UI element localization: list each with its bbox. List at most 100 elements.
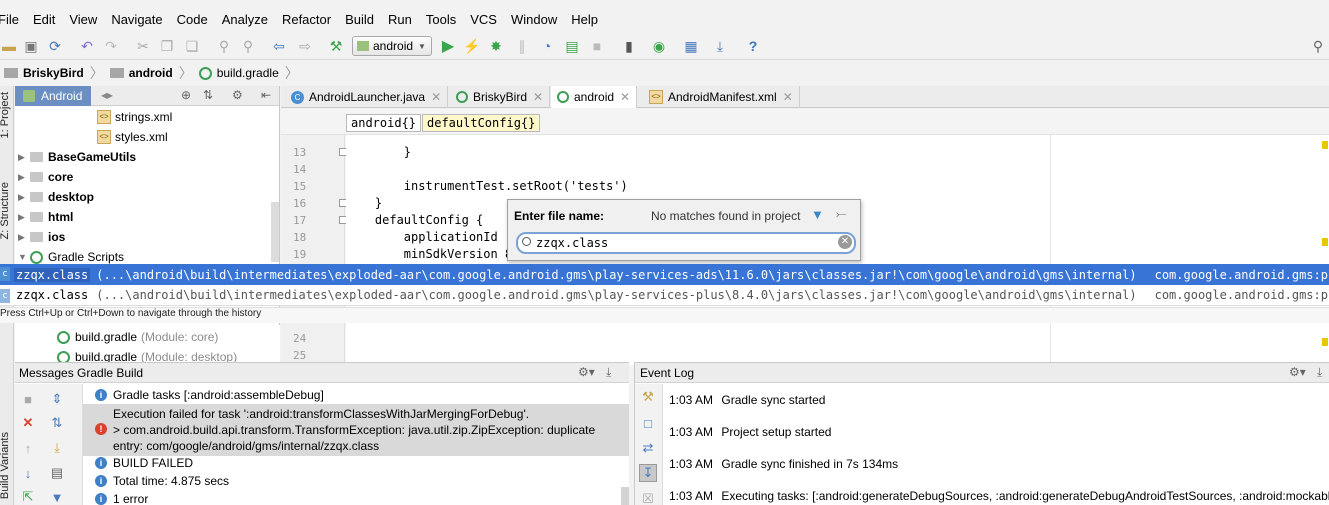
gear-icon[interactable]: ⚙▾ <box>1289 365 1306 379</box>
sdk-download-icon[interactable]: ⤓ <box>711 37 729 55</box>
hide-panel-icon[interactable]: ⇤ <box>261 88 271 102</box>
collapse-arrow-icon[interactable]: ▼ <box>18 252 30 262</box>
export-icon[interactable]: ⤓ <box>50 440 64 455</box>
close-icon[interactable]: ✕ <box>620 90 630 104</box>
preview-icon[interactable]: ▤ <box>50 465 64 480</box>
gear-icon[interactable]: ⚙ <box>232 88 243 102</box>
coverage-icon[interactable]: ▤ <box>563 37 581 55</box>
tree-item-html[interactable]: ▶ html <box>18 207 73 227</box>
tree-item-desktop[interactable]: ▶ desktop <box>18 187 94 207</box>
stop-icon[interactable]: ■ <box>21 392 35 407</box>
goto-file-input[interactable] <box>516 232 856 254</box>
soft-wrap-icon[interactable]: ↧ <box>639 464 657 482</box>
menu-edit[interactable]: Edit <box>33 12 55 27</box>
menu-build[interactable]: Build <box>345 12 374 27</box>
expand-arrow-icon[interactable]: ▶ <box>18 152 30 163</box>
stop-icon[interactable]: ■ <box>588 37 606 55</box>
help-icon[interactable]: ? <box>744 37 762 55</box>
debug-icon[interactable]: ✸ <box>487 37 505 55</box>
tree-item-basegameutils[interactable]: ▶ BaseGameUtils <box>18 147 136 167</box>
close-icon[interactable]: ✕ <box>533 90 543 104</box>
warning-stripe-marker[interactable] <box>1322 338 1328 346</box>
event-log-entry[interactable]: 1:03 AM Gradle sync finished in 7s 134ms <box>669 457 898 471</box>
code-crumb-defaultconfig[interactable]: defaultConfig{} <box>422 114 541 132</box>
run-icon[interactable]: ▶ <box>439 37 457 55</box>
search-result-item[interactable]: c zzqx.class (...\android\build\intermed… <box>0 285 1329 306</box>
filter-icon[interactable]: ▼ <box>811 207 824 222</box>
tree-item-build-gradle-core[interactable]: build.gradle (Module: core) <box>57 327 218 347</box>
menu-refactor[interactable]: Refactor <box>282 12 331 27</box>
breadcrumb-file[interactable]: build.gradle <box>195 66 283 80</box>
close-icon[interactable]: ✕ <box>783 90 793 104</box>
menu-tools[interactable]: Tools <box>426 12 456 27</box>
copy-icon[interactable]: ❐ <box>158 37 176 55</box>
scroll-to-end-icon[interactable]: ⇄ <box>641 440 655 455</box>
project-tool-tab[interactable]: 1: Project <box>0 92 11 138</box>
menu-window[interactable]: Window <box>511 12 557 27</box>
mark-read-icon[interactable]: □ <box>641 416 655 431</box>
replace-icon[interactable]: ⚲ <box>239 37 257 55</box>
menu-run[interactable]: Run <box>388 12 412 27</box>
expand-arrow-icon[interactable]: ▶ <box>18 232 30 243</box>
collapse-all-icon[interactable]: ⇅ <box>203 88 213 102</box>
view-switch-arrows-icon[interactable]: ◂▸ <box>101 88 113 102</box>
redo-icon[interactable]: ↷ <box>102 37 120 55</box>
apply-changes-icon[interactable]: ⚡ <box>463 37 481 55</box>
menu-navigate[interactable]: Navigate <box>111 12 162 27</box>
open-folder-icon[interactable]: ▬ <box>0 37 18 55</box>
cut-icon[interactable]: ✂ <box>134 37 152 55</box>
tree-item-styles-xml[interactable]: <> styles.xml <box>97 127 168 147</box>
menu-help[interactable]: Help <box>571 12 598 27</box>
menu-view[interactable]: View <box>69 12 97 27</box>
clear-icon[interactable]: ✕ <box>838 235 852 249</box>
menu-analyze[interactable]: Analyze <box>222 12 268 27</box>
search-everywhere-icon[interactable]: ⚲ <box>1309 37 1327 55</box>
message-item[interactable]: i Total time: 4.875 secs <box>95 474 229 488</box>
save-icon[interactable]: ▣ <box>22 37 40 55</box>
run-configuration-select[interactable]: android ▼ <box>352 36 432 56</box>
tab-androidmanifest-xml[interactable]: <> AndroidManifest.xml ✕ <box>643 86 800 108</box>
tab-androidlauncher-java[interactable]: C AndroidLauncher.java ✕ <box>285 86 449 108</box>
close-icon[interactable]: ✕ <box>431 90 441 104</box>
project-structure-icon[interactable]: ▦ <box>682 37 700 55</box>
collapse-all-icon[interactable]: ⇅ <box>50 415 64 430</box>
undo-icon[interactable]: ↶ <box>78 37 96 55</box>
structure-tool-tab[interactable]: Z: Structure <box>0 182 11 239</box>
sync-icon[interactable]: ⟳ <box>46 37 64 55</box>
down-arrow-icon[interactable]: ↓ <box>21 466 35 481</box>
menu-vcs[interactable]: VCS <box>470 12 497 27</box>
pin-icon[interactable]: ⤚ <box>836 206 846 222</box>
hide-panel-icon[interactable]: ⤓ <box>606 365 611 380</box>
message-item[interactable]: i Gradle tasks [:android:assembleDebug] <box>95 388 324 402</box>
tree-item-strings-xml[interactable]: <> strings.xml <box>97 107 172 127</box>
up-arrow-icon[interactable]: ↑ <box>21 441 35 456</box>
message-item[interactable]: i BUILD FAILED <box>95 456 193 470</box>
warning-stripe-marker[interactable] <box>1322 238 1328 246</box>
tree-item-core[interactable]: ▶ core <box>18 167 73 187</box>
tree-item-ios[interactable]: ▶ ios <box>18 227 65 247</box>
messages-scrollbar[interactable] <box>621 487 629 505</box>
avd-manager-icon[interactable]: ▮ <box>620 37 638 55</box>
paste-icon[interactable]: ❏ <box>183 37 201 55</box>
breadcrumb-project[interactable]: BriskyBird <box>0 66 88 80</box>
build-variants-tool-tab[interactable]: Build Variants <box>0 432 11 499</box>
menu-code[interactable]: Code <box>177 12 208 27</box>
gear-icon[interactable]: ⚙▾ <box>578 365 595 379</box>
make-hammer-icon[interactable]: ⚒ <box>327 37 345 55</box>
event-log-entry[interactable]: 1:03 AM Executing tasks: [:android:gener… <box>669 489 1329 503</box>
message-item[interactable]: i 1 error <box>95 492 148 505</box>
breadcrumb-module[interactable]: android <box>106 66 177 80</box>
close-icon[interactable]: ✕ <box>21 415 35 430</box>
event-log-entry[interactable]: 1:03 AM Gradle sync started <box>669 393 825 407</box>
expand-arrow-icon[interactable]: ▶ <box>18 192 30 203</box>
event-log-entry[interactable]: 1:03 AM Project setup started <box>669 425 831 439</box>
attach-debugger-icon[interactable]: ∥ <box>513 37 531 55</box>
back-arrow-icon[interactable]: ⇦ <box>270 37 288 55</box>
tab-briskybird[interactable]: BriskyBird ✕ <box>450 86 551 108</box>
tab-android[interactable]: android ✕ <box>551 86 638 108</box>
expand-arrow-icon[interactable]: ▶ <box>18 212 30 223</box>
project-scrollbar[interactable] <box>271 202 279 262</box>
code-crumb-android[interactable]: android{} <box>346 114 422 132</box>
expand-all-icon[interactable]: ⇕ <box>50 391 64 406</box>
warning-stripe-marker[interactable] <box>1322 141 1328 149</box>
